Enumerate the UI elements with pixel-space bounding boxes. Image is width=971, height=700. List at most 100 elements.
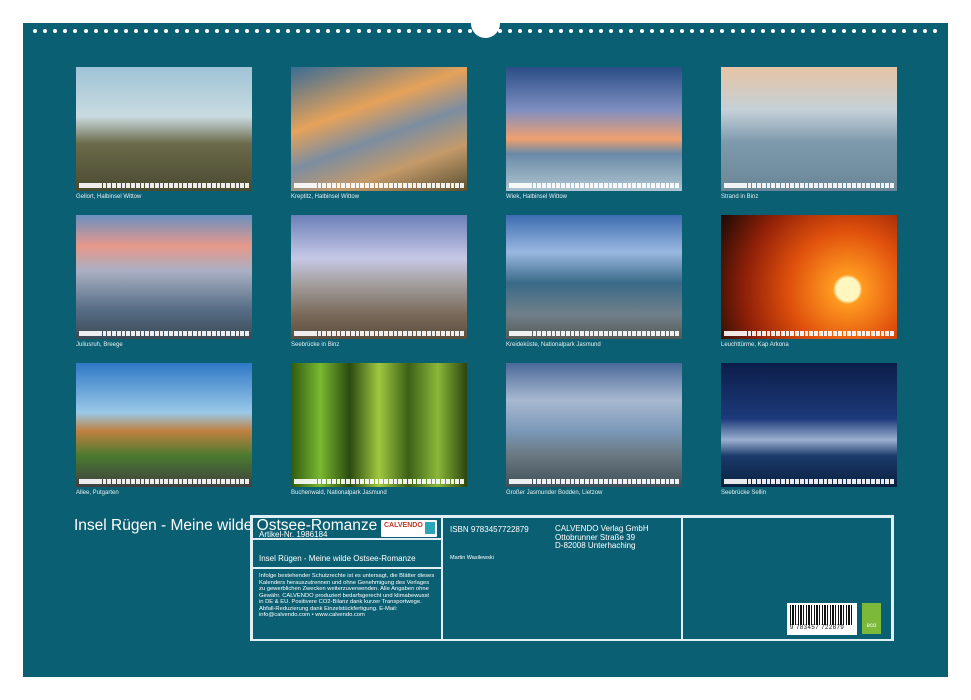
binding-hole	[387, 29, 391, 33]
binding-hole	[185, 29, 189, 33]
binding-hole	[650, 29, 654, 33]
binding-hole	[609, 29, 613, 33]
date-strip	[509, 479, 679, 484]
binding-hole	[124, 29, 128, 33]
publisher-cell: ISBN 9783457722879 Martin Wasilewski CAL…	[442, 517, 682, 641]
article-number: Artikel-Nr. 1986184	[259, 530, 327, 539]
binding-hole	[84, 29, 88, 33]
binding-hole	[751, 29, 755, 33]
month-photo	[291, 363, 467, 487]
binding-hole	[134, 29, 138, 33]
info-title: Insel Rügen - Meine wilde Ostsee-Romanze	[259, 554, 416, 563]
barcode: 9 783457 722879	[787, 603, 857, 635]
title-cell: Insel Rügen - Meine wilde Ostsee-Romanze	[252, 539, 442, 568]
month-tile: Leuchttürme, Kap Arkona	[721, 215, 897, 348]
binding-hole	[468, 29, 472, 33]
binding-hole	[73, 29, 77, 33]
month-tile: Kreideküste, Nationalpark Jasmund	[506, 215, 682, 348]
date-strip	[724, 183, 894, 188]
binding-hole	[215, 29, 219, 33]
binding-hole	[801, 29, 805, 33]
photo-caption: Wiek, Halbinsel Wittow	[506, 194, 682, 200]
binding-hole	[892, 29, 896, 33]
month-photo	[76, 67, 252, 191]
month-photo	[506, 215, 682, 339]
publisher-address: CALVENDO Verlag GmbHOttobrunner Straße 3…	[555, 525, 649, 551]
binding-hole	[114, 29, 118, 33]
binding-hole	[549, 29, 553, 33]
date-strip	[724, 331, 894, 336]
binding-hole	[771, 29, 775, 33]
binding-hole	[690, 29, 694, 33]
binding-hole	[33, 29, 37, 33]
photo-caption: Seebrücke Sellin	[721, 490, 897, 496]
month-tile: Kreptitz, Halbinsel Wittow	[291, 67, 467, 200]
binding-hole	[619, 29, 623, 33]
month-tile: Seebrücke Sellin	[721, 363, 897, 496]
date-strip	[724, 479, 894, 484]
binding-hole	[741, 29, 745, 33]
binding-hole	[346, 29, 350, 33]
month-photo	[291, 215, 467, 339]
month-photo	[721, 363, 897, 487]
binding-hole	[882, 29, 886, 33]
binding-hole	[407, 29, 411, 33]
binding-hole	[326, 29, 330, 33]
info-box: Artikel-Nr. 1986184 CALVENDO Insel Rügen…	[250, 515, 894, 641]
photo-caption: Allee, Putgarten	[76, 490, 252, 496]
binding-hole	[245, 29, 249, 33]
binding-hole	[427, 29, 431, 33]
binding-hole	[923, 29, 927, 33]
binding-hole	[458, 29, 462, 33]
month-tile: Buchenwald, Nationalpark Jasmund	[291, 363, 467, 496]
binding-hole	[336, 29, 340, 33]
month-photo	[506, 67, 682, 191]
binding-hole	[781, 29, 785, 33]
date-strip	[509, 331, 679, 336]
binding-hole	[822, 29, 826, 33]
binding-hole	[589, 29, 593, 33]
binding-hole	[94, 29, 98, 33]
month-tile: Strand in Binz	[721, 67, 897, 200]
binding-hole	[761, 29, 765, 33]
binding-hole	[175, 29, 179, 33]
binding-hole	[913, 29, 917, 33]
photo-caption: Gellort, Halbinsel Wittow	[76, 194, 252, 200]
photo-caption: Juliusruh, Breege	[76, 342, 252, 348]
binding-hole	[306, 29, 310, 33]
binding-hole	[43, 29, 47, 33]
month-tile: Allee, Putgarten	[76, 363, 252, 496]
binding-hole	[852, 29, 856, 33]
date-strip	[294, 331, 464, 336]
binding-hole	[508, 29, 512, 33]
photo-caption: Kreideküste, Nationalpark Jasmund	[506, 342, 682, 348]
month-photo	[506, 363, 682, 487]
legal-text: Infolge bestehender Schutzrechte ist es …	[259, 573, 434, 618]
binding-hole	[437, 29, 441, 33]
binding-hole	[538, 29, 542, 33]
binding-hole	[842, 29, 846, 33]
binding-hole	[720, 29, 724, 33]
binding-hole	[862, 29, 866, 33]
legal-cell: Infolge bestehender Schutzrechte ist es …	[252, 568, 442, 641]
author: Martin Wasilewski	[450, 555, 494, 561]
binding-hole	[417, 29, 421, 33]
date-strip	[79, 183, 249, 188]
month-tile: Wiek, Halbinsel Wittow	[506, 67, 682, 200]
binding-hole	[902, 29, 906, 33]
binding-hole	[680, 29, 684, 33]
binding-hole	[640, 29, 644, 33]
binding-hole	[811, 29, 815, 33]
binding-hole	[255, 29, 259, 33]
photo-caption: Strand in Binz	[721, 194, 897, 200]
month-photo	[721, 215, 897, 339]
binding-hole	[286, 29, 290, 33]
binding-hole	[164, 29, 168, 33]
binding-hole	[933, 29, 937, 33]
date-strip	[509, 183, 679, 188]
photo-caption: Kreptitz, Halbinsel Wittow	[291, 194, 467, 200]
binding-hole	[670, 29, 674, 33]
binding-hole	[266, 29, 270, 33]
photo-caption: Großer Jasmunder Bodden, Lietzow	[506, 490, 682, 496]
binding-hole	[559, 29, 563, 33]
